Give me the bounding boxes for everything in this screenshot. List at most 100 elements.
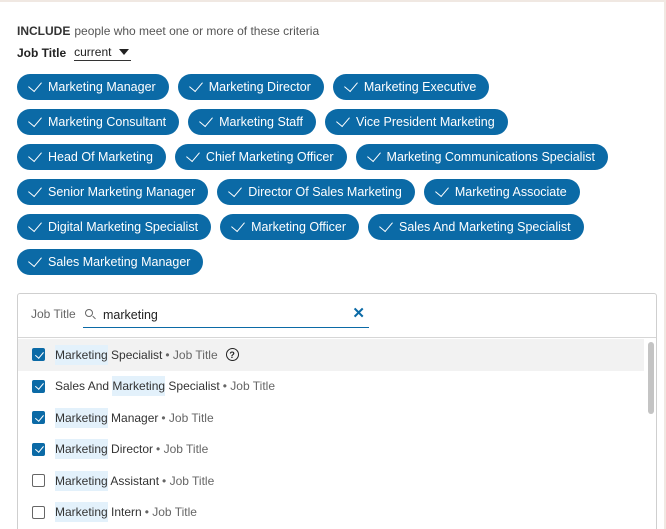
check-icon	[28, 217, 42, 233]
result-item[interactable]: Marketing Specialist • Job Title?	[18, 339, 644, 371]
check-icon	[379, 217, 393, 233]
chip-label: Marketing Communications Specialist	[386, 150, 595, 164]
chip-row: Senior Marketing Manager Director Of Sale…	[17, 179, 647, 205]
chip-label: Marketing Associate	[454, 185, 567, 199]
check-icon	[336, 112, 350, 128]
result-match-highlight: Marketing	[55, 470, 108, 491]
close-icon[interactable]: ✕	[352, 306, 365, 322]
result-checkbox[interactable]	[32, 411, 45, 425]
include-label: INCLUDE	[17, 24, 71, 38]
selected-job-titles: Marketing Manager Marketing Director Marke…	[17, 74, 647, 284]
job-title-label: Job Title	[17, 46, 67, 60]
results-list: Marketing Specialist • Job Title? Sales An…	[18, 339, 644, 528]
job-title-chip[interactable]: Marketing Consultant	[17, 109, 180, 135]
chip-row: Head Of Marketing Chief Marketing Officer…	[17, 144, 647, 170]
criteria-header: INCLUDE people who meet one or more of th…	[17, 24, 319, 38]
job-title-chip[interactable]: Marketing Officer	[220, 214, 360, 240]
job-title-chip[interactable]: Marketing Executive	[332, 74, 490, 100]
search-input[interactable]	[103, 307, 333, 322]
job-title-chip[interactable]: Sales Marketing Manager	[17, 249, 204, 275]
job-title-chip[interactable]: Marketing Manager	[17, 74, 169, 100]
chip-label: Sales Marketing Manager	[48, 255, 191, 269]
result-match-highlight: Marketing	[55, 439, 108, 460]
chip-label: Marketing Manager	[48, 80, 156, 94]
search-icon	[85, 308, 97, 321]
result-match-highlight: Marketing	[55, 502, 108, 523]
chip-row: Digital Marketing Specialist Marketing Of…	[17, 214, 647, 240]
result-text: Director	[107, 442, 154, 457]
job-title-chip[interactable]: Marketing Director	[177, 74, 324, 100]
result-type: • Job Title	[144, 505, 197, 520]
chip-label: Digital Marketing Specialist	[48, 220, 199, 234]
result-text: Assistant	[107, 473, 160, 488]
result-text: Intern	[107, 505, 142, 520]
chip-label: Vice President Marketing	[355, 115, 495, 129]
chip-label: Marketing Staff	[219, 115, 303, 129]
caret-down-icon	[119, 49, 130, 55]
result-text: Manager	[107, 410, 159, 425]
check-icon	[28, 147, 42, 163]
check-icon	[28, 77, 42, 93]
search-box: ✕	[83, 302, 369, 328]
job-title-chip[interactable]: Senior Marketing Manager	[17, 179, 209, 205]
chip-label: Marketing Consultant	[48, 115, 167, 129]
result-text: Specialist	[165, 379, 220, 394]
result-checkbox[interactable]	[32, 379, 45, 393]
result-item[interactable]: Marketing Director • Job Title	[18, 434, 644, 466]
chip-label: Marketing Director	[208, 80, 311, 94]
result-text: Sales And	[55, 379, 113, 394]
result-item[interactable]: Sales And Marketing Specialist • Job Titl…	[18, 371, 644, 403]
job-title-chip[interactable]: Digital Marketing Specialist	[17, 214, 212, 240]
check-icon	[186, 147, 200, 163]
job-title-chip[interactable]: Marketing Associate	[423, 179, 580, 205]
job-title-chip[interactable]: Head Of Marketing	[17, 144, 166, 170]
check-icon	[188, 77, 203, 93]
dropdown-value: current	[74, 45, 112, 59]
result-type: • Job Title	[165, 347, 218, 362]
result-checkbox[interactable]	[32, 442, 45, 456]
result-item[interactable]: Marketing Assistant • Job Title	[18, 465, 644, 497]
check-icon	[28, 112, 42, 128]
chip-label: Marketing Officer	[251, 220, 347, 234]
job-title-scope-dropdown[interactable]: current	[74, 45, 132, 61]
check-icon	[343, 77, 358, 93]
result-match-highlight: Marketing	[112, 376, 166, 397]
job-title-filter: Job Title current	[17, 45, 132, 61]
chip-row: Marketing Consultant Marketing Staff Vice …	[17, 109, 647, 135]
check-icon	[366, 147, 381, 163]
chip-row: Marketing Manager Marketing Director Marke…	[17, 74, 647, 100]
scrollbar[interactable]	[648, 342, 654, 414]
help-circle-icon[interactable]: ?	[225, 348, 239, 362]
result-match-highlight: Marketing	[55, 407, 108, 428]
chip-row: Sales Marketing Manager	[17, 249, 647, 275]
chip-label: Marketing Executive	[363, 80, 477, 94]
chip-label: Head Of Marketing	[48, 150, 153, 164]
job-title-chip[interactable]: Director Of Sales Marketing	[217, 179, 415, 205]
result-item[interactable]: Marketing Intern • Job Title	[18, 497, 644, 529]
result-item[interactable]: Marketing Manager • Job Title	[18, 402, 644, 434]
result-checkbox[interactable]	[32, 474, 45, 488]
chip-label: Chief Marketing Officer	[205, 150, 334, 164]
result-match-highlight: Marketing	[55, 344, 108, 365]
search-row: Job Title ✕	[18, 294, 656, 338]
result-checkbox[interactable]	[32, 505, 45, 519]
result-text: Specialist	[107, 347, 163, 362]
job-title-chip[interactable]: Chief Marketing Officer	[174, 144, 347, 170]
check-icon	[28, 252, 42, 268]
check-icon	[231, 217, 245, 233]
result-type: • Job Title	[162, 473, 215, 488]
search-label: Job Title	[31, 307, 76, 321]
result-checkbox[interactable]	[32, 348, 45, 362]
result-type: • Job Title	[222, 379, 275, 394]
job-title-chip[interactable]: Marketing Communications Specialist	[355, 144, 608, 170]
check-icon	[28, 182, 42, 198]
check-icon	[228, 182, 243, 198]
job-title-chip[interactable]: Sales And Marketing Specialist	[368, 214, 584, 240]
job-title-search-panel: Job Title ✕ Marketing Specialist• Job Ti…	[17, 293, 657, 529]
job-title-chip[interactable]: Marketing Staff	[188, 109, 316, 135]
result-type: • Job Title	[161, 410, 214, 425]
chip-label: Sales And Marketing Specialist	[399, 220, 571, 234]
job-title-chip[interactable]: Vice President Marketing	[324, 109, 508, 135]
check-icon	[434, 182, 449, 198]
check-icon	[199, 112, 214, 128]
